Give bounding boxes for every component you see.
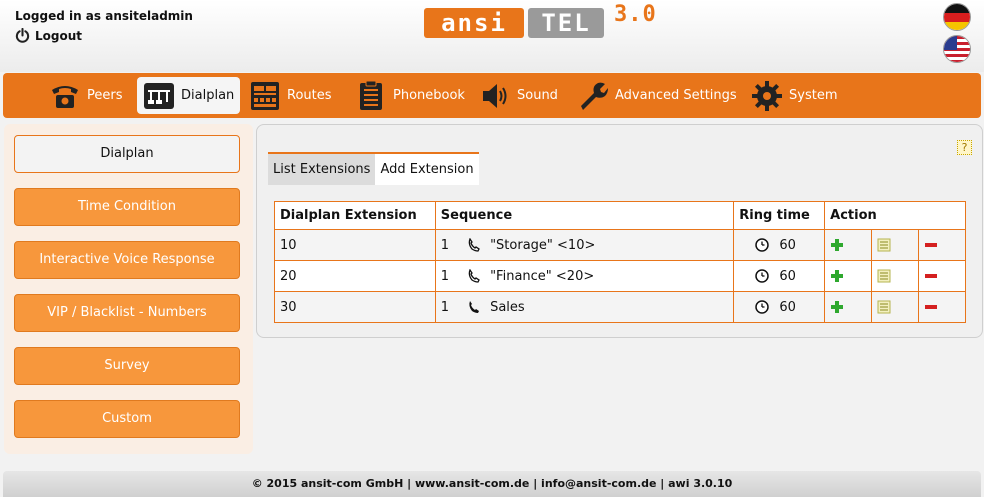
extension-cell: 30: [274, 291, 436, 323]
nav-label-phonebook: Phonebook: [393, 88, 465, 103]
nav-item-routes[interactable]: Routes: [243, 77, 338, 114]
content-panel: ? List Extensions Add Extension Dialplan…: [256, 124, 983, 338]
handset-icon: [468, 238, 480, 252]
nav-label-peers: Peers: [87, 88, 123, 103]
table-row: 20 1 "Finance" <20> 60: [274, 260, 966, 292]
clock-icon: [755, 238, 769, 252]
extension-cell: 20: [274, 260, 436, 292]
sequence-number: 1: [440, 237, 450, 253]
tab-list-extensions[interactable]: List Extensions: [268, 152, 376, 185]
logo-part-tel: TEL: [528, 8, 604, 38]
nav-item-phonebook[interactable]: Phonebook: [349, 77, 471, 114]
edit-cell: [871, 260, 920, 292]
ring-time-value: 60: [779, 237, 796, 253]
telephone-icon: [52, 85, 78, 108]
edit-list-icon[interactable]: [877, 300, 891, 314]
add-icon[interactable]: [830, 300, 844, 314]
extensions-table: Dialplan Extension Sequence Ring time Ac…: [274, 201, 966, 323]
routes-icon: [251, 81, 279, 110]
clock-icon: [755, 300, 769, 314]
delete-cell: [918, 291, 966, 323]
sequence-cell: 1 "Storage" <10>: [434, 229, 735, 261]
sequence-target: Sales: [490, 299, 525, 315]
germany-flag[interactable]: [943, 3, 971, 31]
us-flag[interactable]: [943, 35, 971, 63]
footer: © 2015 ansit-com GmbH | www.ansit-com.de…: [3, 471, 981, 497]
ring-time-cell: 60: [733, 229, 826, 261]
ring-time-value: 60: [779, 299, 796, 315]
sequence-cell: 1 "Finance" <20>: [434, 260, 735, 292]
sequence-cell: 1 Sales: [434, 291, 735, 323]
clock-icon: [755, 269, 769, 283]
ansitel-logo: ansi TEL 3.0: [424, 2, 686, 38]
nav-item-sound[interactable]: Sound: [473, 77, 564, 114]
header-ring-time: Ring time: [733, 201, 826, 230]
logout-label: Logout: [35, 28, 83, 43]
table-row: 10 1 "Storage" <10> 60: [274, 229, 966, 261]
speaker-icon: [483, 83, 507, 108]
tab-add-extension[interactable]: Add Extension: [375, 152, 479, 185]
nav-label-routes: Routes: [287, 88, 332, 103]
handset-icon: [468, 269, 480, 283]
add-cell: [824, 291, 873, 323]
germany-flag-icon: [944, 4, 970, 30]
header-sequence: Sequence: [434, 201, 735, 230]
phone-group-icon: [469, 301, 479, 313]
nav-label-dialplan: Dialplan: [181, 88, 235, 103]
header-dialplan-extension: Dialplan Extension: [274, 201, 436, 230]
sidebar-item-ivr[interactable]: Interactive Voice Response: [14, 241, 240, 279]
sequence-number: 1: [440, 299, 450, 315]
delete-icon[interactable]: [924, 269, 938, 283]
sidebar-item-time-condition[interactable]: Time Condition: [14, 188, 240, 226]
delete-icon[interactable]: [924, 238, 938, 252]
add-cell: [824, 229, 873, 261]
us-flag-icon: [944, 36, 970, 62]
extension-cell: 10: [274, 229, 436, 261]
nav-label-sound: Sound: [517, 88, 558, 103]
sidebar: Dialplan Time Condition Interactive Voic…: [4, 124, 253, 454]
main-navigation: Peers Dialplan Routes Phonebook Sound Ad…: [3, 73, 981, 118]
header: Logged in as ansiteladmin Logout ansi TE…: [0, 0, 984, 72]
sidebar-item-custom[interactable]: Custom: [14, 400, 240, 438]
sequence-number: 1: [440, 268, 450, 284]
sidebar-item-vip-blacklist[interactable]: VIP / Blacklist - Numbers: [14, 294, 240, 332]
logout-button[interactable]: Logout: [15, 28, 82, 43]
gear-icon: [752, 80, 782, 111]
sequence-target: "Finance" <20>: [490, 268, 595, 284]
table-header-row: Dialplan Extension Sequence Ring time Ac…: [274, 201, 966, 230]
help-icon[interactable]: ?: [957, 140, 972, 155]
edit-list-icon[interactable]: [877, 269, 891, 283]
table-row: 30 1 Sales 60: [274, 291, 966, 323]
delete-cell: [918, 260, 966, 292]
dialplan-icon: [144, 82, 174, 109]
edit-list-icon[interactable]: [877, 238, 891, 252]
sequence-target: "Storage" <10>: [490, 237, 596, 253]
edit-cell: [871, 291, 920, 323]
add-cell: [824, 260, 873, 292]
nav-item-dialplan[interactable]: Dialplan: [137, 77, 241, 114]
nav-label-advanced-settings: Advanced Settings: [615, 88, 737, 103]
login-status: Logged in as ansiteladmin: [15, 9, 193, 23]
logo-version: 3.0: [614, 2, 657, 27]
delete-icon[interactable]: [924, 300, 938, 314]
nav-label-system: System: [789, 88, 838, 103]
add-icon[interactable]: [830, 269, 844, 283]
nav-item-advanced-settings[interactable]: Advanced Settings: [571, 77, 743, 114]
header-action: Action: [824, 201, 966, 230]
add-icon[interactable]: [830, 238, 844, 252]
wrench-icon: [581, 82, 608, 110]
delete-cell: [918, 229, 966, 261]
logo-part-ansi: ansi: [424, 8, 524, 38]
power-icon: [15, 28, 30, 43]
tab-bar: List Extensions Add Extension: [268, 152, 479, 185]
sidebar-item-dialplan[interactable]: Dialplan: [14, 135, 240, 173]
edit-cell: [871, 229, 920, 261]
phonebook-icon: [360, 80, 382, 110]
nav-item-system[interactable]: System: [745, 77, 843, 114]
ring-time-cell: 60: [733, 291, 826, 323]
nav-item-peers[interactable]: Peers: [43, 77, 129, 114]
sidebar-item-survey[interactable]: Survey: [14, 347, 240, 385]
ring-time-cell: 60: [733, 260, 826, 292]
ring-time-value: 60: [779, 268, 796, 284]
